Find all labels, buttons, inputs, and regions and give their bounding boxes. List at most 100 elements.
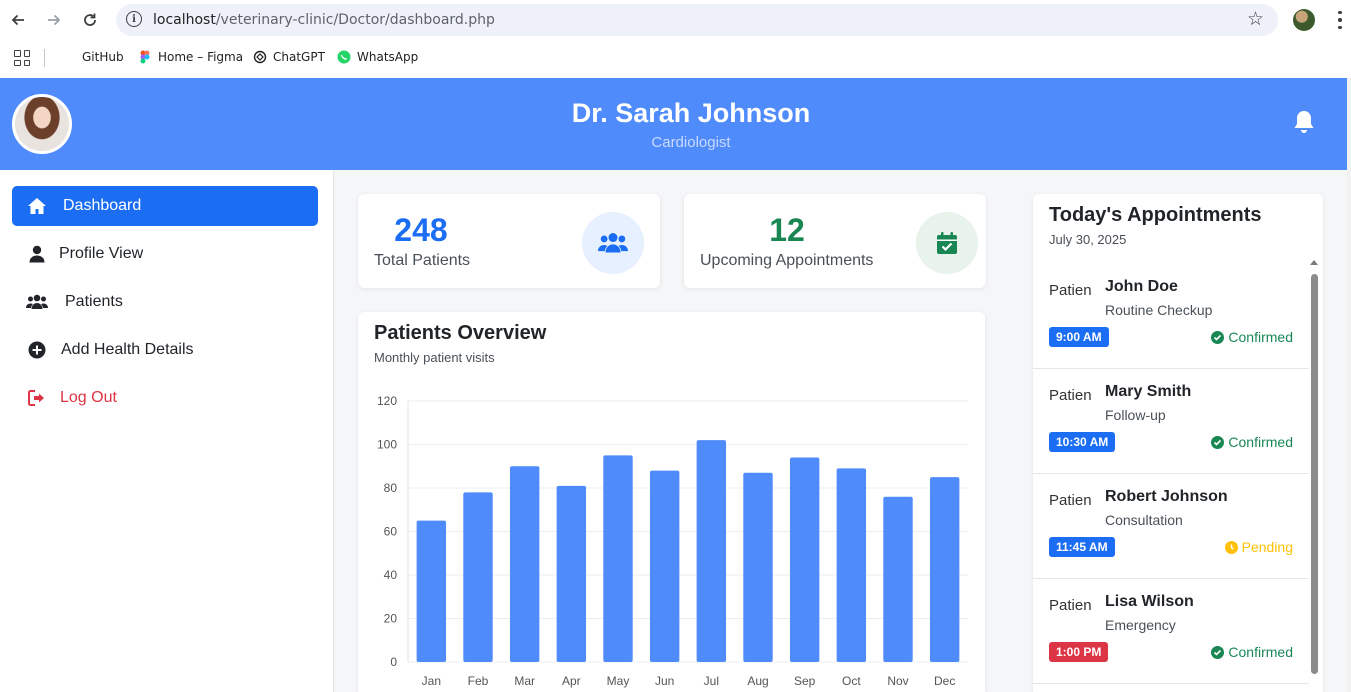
appointment-item[interactable]: Patient Robert Johnson Consultation 11:4… <box>1033 474 1309 579</box>
figma-icon <box>140 50 150 64</box>
appointment-type: Emergency <box>1105 617 1176 633</box>
apps-grid-icon[interactable] <box>14 50 30 66</box>
appointment-item[interactable]: Patient Lisa Wilson Emergency 1:00 PM Co… <box>1033 579 1309 684</box>
status-label: Confirmed <box>1228 434 1293 450</box>
bookmark-star-icon[interactable]: ☆ <box>1247 8 1264 31</box>
users-icon <box>25 292 49 312</box>
whatsapp-icon <box>337 50 351 64</box>
sidebar-item-profile-view[interactable]: Profile View <box>12 234 318 274</box>
bookmarks-bar: GitHub Home – Figma ChatGPT WhatsApp <box>0 40 1351 78</box>
sidebar-item-label: Profile View <box>59 245 144 262</box>
sidebar-item-label: Log Out <box>60 389 117 406</box>
x-tick-label: May <box>607 674 630 688</box>
sidebar-item-add-health-details[interactable]: Add Health Details <box>12 330 318 370</box>
app-header: Dr. Sarah Johnson Cardiologist <box>0 78 1347 170</box>
url-text[interactable]: localhost/veterinary-clinic/Doctor/dashb… <box>153 12 495 28</box>
sidebar-item-patients[interactable]: Patients <box>12 282 318 322</box>
y-tick-label: 60 <box>384 525 398 539</box>
stat-value: 248 <box>394 212 448 248</box>
bookmark-label: Home – Figma <box>158 50 244 64</box>
appointments-title: Today's Appointments <box>1049 204 1262 226</box>
logout-icon <box>25 388 49 408</box>
clock-icon <box>1224 540 1238 554</box>
status-label: Pending <box>1241 539 1293 555</box>
appointment-time-badge: 11:45 AM <box>1049 537 1115 557</box>
bookmark-whatsapp[interactable]: WhatsApp <box>337 50 418 64</box>
patients-bar-chart: 0 20 40 60 80 100 120 Jan Feb Mar Apr May Jun Jul Aug S… <box>377 394 968 688</box>
chart-bar <box>836 468 867 662</box>
appointment-status: Confirmed <box>1211 644 1293 660</box>
appointments-scrollbar[interactable] <box>1309 258 1319 692</box>
browser-menu-icon[interactable] <box>1334 9 1346 31</box>
sidebar-item-label: Add Health Details <box>61 341 194 358</box>
x-tick-label: Jan <box>422 674 441 688</box>
browser-toolbar: i localhost/veterinary-clinic/Doctor/das… <box>0 0 1351 40</box>
check-circle-icon <box>1211 330 1225 344</box>
scroll-up-arrow-icon[interactable] <box>1310 260 1318 265</box>
chart-bar <box>463 492 493 662</box>
patient-name: Mary Smith <box>1105 383 1192 400</box>
main-content: 248 Total Patients 12 Upcoming Appointme… <box>335 170 1347 692</box>
bookmark-label: ChatGPT <box>273 50 325 64</box>
appointment-item[interactable]: Patient Mary Smith Follow-up 10:30 AM Co… <box>1033 369 1309 474</box>
sidebar-item-label: Patients <box>65 293 123 310</box>
check-circle-icon <box>1211 435 1225 449</box>
x-tick-label: Dec <box>934 674 955 688</box>
patient-image: Patient <box>1049 282 1091 299</box>
check-circle-icon <box>1211 645 1225 659</box>
stat-card-upcoming-appointments: 12 Upcoming Appointments <box>684 194 986 288</box>
patient-name: John Doe <box>1105 278 1178 295</box>
appointment-item[interactable]: Patient John Doe Routine Checkup 9:00 AM… <box>1033 264 1309 369</box>
address-bar[interactable]: i localhost/veterinary-clinic/Doctor/das… <box>116 4 1278 36</box>
doctor-specialty: Cardiologist <box>651 134 731 151</box>
chart-bar <box>603 455 633 662</box>
appointment-type: Follow-up <box>1105 407 1166 423</box>
patient-name: Lisa Wilson <box>1105 593 1194 610</box>
y-tick-label: 120 <box>377 394 397 408</box>
sidebar-item-log-out[interactable]: Log Out <box>12 378 318 418</box>
users-icon <box>582 212 644 274</box>
y-tick-label: 80 <box>384 481 398 495</box>
chart-bar <box>789 457 820 662</box>
browser-profile-avatar[interactable] <box>1293 9 1315 31</box>
status-label: Confirmed <box>1228 644 1293 660</box>
site-info-icon[interactable]: i <box>126 11 142 27</box>
stat-label: Upcoming Appointments <box>700 252 874 269</box>
chart-bar <box>696 440 727 662</box>
stat-label: Total Patients <box>374 252 471 269</box>
appointment-time-badge: 1:00 PM <box>1049 642 1109 662</box>
chart-bar <box>556 485 587 662</box>
patient-image: Patient <box>1049 387 1091 404</box>
plus-circle-icon <box>25 340 49 360</box>
sidebar-item-label: Dashboard <box>63 197 142 214</box>
page-scrollbar[interactable] <box>1347 78 1351 692</box>
bookmarks-divider <box>44 49 45 67</box>
x-tick-label: Oct <box>842 674 861 688</box>
scrollbar-thumb[interactable] <box>1310 274 1318 674</box>
reload-icon[interactable] <box>78 8 102 32</box>
back-arrow-icon[interactable] <box>6 8 30 32</box>
bookmark-label: GitHub <box>82 50 124 64</box>
x-tick-label: Aug <box>747 674 768 688</box>
patient-image: Patient <box>1049 597 1091 614</box>
appointment-type: Consultation <box>1105 512 1183 528</box>
x-tick-label: Mar <box>514 674 535 688</box>
x-tick-label: Jul <box>704 674 719 688</box>
todays-appointments-card: Today's Appointments July 30, 2025 Patie… <box>1033 194 1323 692</box>
y-tick-label: 20 <box>384 612 398 626</box>
x-tick-label: Nov <box>887 674 908 688</box>
calendar-check-icon <box>916 212 978 274</box>
y-tick-label: 0 <box>390 655 397 669</box>
bookmark-github[interactable]: GitHub <box>82 50 124 64</box>
forward-arrow-icon[interactable] <box>42 8 66 32</box>
patient-image: Patient <box>1049 492 1091 509</box>
y-tick-label: 40 <box>384 568 398 582</box>
bookmark-chatgpt[interactable]: ChatGPT <box>253 50 325 64</box>
bookmark-figma[interactable]: Home – Figma <box>138 50 243 64</box>
x-tick-label: Apr <box>562 674 581 688</box>
chart-bar <box>649 470 680 662</box>
sidebar-item-dashboard[interactable]: Dashboard <box>12 186 318 226</box>
bell-icon[interactable] <box>1292 109 1316 135</box>
appointment-time-badge: 9:00 AM <box>1049 327 1109 347</box>
appointment-status: Confirmed <box>1211 434 1293 450</box>
